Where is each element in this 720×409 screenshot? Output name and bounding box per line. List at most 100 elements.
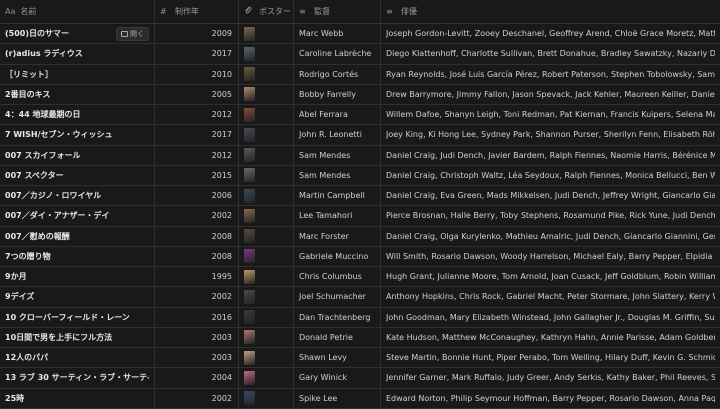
movie-title[interactable]: 007／ダイ・アナザー・デイ <box>5 210 110 221</box>
name-cell[interactable]: 007／カジノ・ロワイヤル <box>0 186 155 206</box>
director-cell[interactable]: Martin Campbell <box>294 186 381 206</box>
movie-title[interactable]: 7つの贈り物 <box>5 251 51 262</box>
table-row[interactable]: 007 スカイフォール 2012 Sam Mendes Daniel Craig… <box>0 145 720 166</box>
year-cell[interactable]: 2003 <box>155 327 239 347</box>
name-cell[interactable]: 9か月 <box>0 267 155 287</box>
column-header-name[interactable]: Aa 名前 <box>0 0 155 23</box>
movie-title[interactable]: 2番目のキス <box>5 89 50 100</box>
poster-thumbnail[interactable] <box>244 67 255 82</box>
cast-cell[interactable]: Joey King, Ki Hong Lee, Sydney Park, Sha… <box>381 125 720 144</box>
table-row[interactable]: 7 WISH/セブン・ウィッシュ 2017 John R. Leonetti J… <box>0 125 720 146</box>
year-cell[interactable]: 2004 <box>155 368 239 388</box>
poster-cell[interactable] <box>239 348 294 368</box>
table-row[interactable]: 10日間で男を上手にフル方法 2003 Donald Petrie Kate H… <box>0 327 720 348</box>
column-header-director[interactable]: ≡ 監督 <box>294 0 381 23</box>
name-cell[interactable]: 12人のパパ <box>0 348 155 368</box>
name-cell[interactable]: 007／慰めの報酬 <box>0 226 155 246</box>
year-cell[interactable]: 2012 <box>155 105 239 125</box>
movie-title[interactable]: ［リミット］ <box>5 69 53 80</box>
year-cell[interactable]: 2003 <box>155 348 239 368</box>
table-row[interactable]: (r)adius ラディウス 2017 Caroline Labrèche Di… <box>0 44 720 65</box>
movie-title[interactable]: 007／慰めの報酬 <box>5 231 70 242</box>
director-cell[interactable]: Sam Mendes <box>294 145 381 165</box>
poster-cell[interactable] <box>239 287 294 307</box>
movie-title[interactable]: 007 スカイフォール <box>5 150 80 161</box>
poster-cell[interactable] <box>239 105 294 125</box>
poster-thumbnail[interactable] <box>244 350 255 365</box>
poster-thumbnail[interactable] <box>244 269 255 284</box>
director-cell[interactable]: Spike Lee <box>294 388 381 408</box>
director-cell[interactable]: Dan Trachtenberg <box>294 307 381 327</box>
cast-cell[interactable]: Daniel Craig, Christoph Waltz, Léa Seydo… <box>381 166 720 185</box>
cast-cell[interactable]: Joseph Gordon-Levitt, Zooey Deschanel, G… <box>381 24 720 43</box>
poster-cell[interactable] <box>239 186 294 206</box>
poster-cell[interactable] <box>239 368 294 388</box>
year-cell[interactable]: 2008 <box>155 246 239 266</box>
year-cell[interactable]: 2017 <box>155 44 239 64</box>
year-cell[interactable]: 2002 <box>155 388 239 408</box>
director-cell[interactable]: Bobby Farrelly <box>294 84 381 104</box>
poster-cell[interactable] <box>239 206 294 226</box>
table-row[interactable]: (500)日のサマー 開く 2009 Marc Webb Joseph Gord… <box>0 24 720 45</box>
table-row[interactable]: 10 クローバーフィールド・レーン 2016 Dan Trachtenberg … <box>0 307 720 328</box>
cast-cell[interactable]: Steve Martin, Bonnie Hunt, Piper Perabo,… <box>381 348 720 367</box>
movie-title[interactable]: 12人のパパ <box>5 352 48 363</box>
name-cell[interactable]: 007／ダイ・アナザー・デイ <box>0 206 155 226</box>
name-cell[interactable]: (500)日のサマー 開く <box>0 24 155 44</box>
year-cell[interactable]: 2012 <box>155 145 239 165</box>
director-cell[interactable]: Chris Columbus <box>294 267 381 287</box>
year-cell[interactable]: 2015 <box>155 165 239 185</box>
year-cell[interactable]: 2008 <box>155 226 239 246</box>
poster-cell[interactable] <box>239 226 294 246</box>
cast-cell[interactable]: Pierce Brosnan, Halle Berry, Toby Stephe… <box>381 206 720 225</box>
cast-cell[interactable]: Kate Hudson, Matthew McConaughey, Kathry… <box>381 328 720 347</box>
director-cell[interactable]: Sam Mendes <box>294 165 381 185</box>
director-cell[interactable]: Donald Petrie <box>294 327 381 347</box>
name-cell[interactable]: 10日間で男を上手にフル方法 <box>0 327 155 347</box>
table-row[interactable]: 13 ラブ 30 サーティン・ラブ・サーティ 2004 Gary Winick … <box>0 368 720 389</box>
poster-thumbnail[interactable] <box>244 249 255 264</box>
movie-title[interactable]: 9か月 <box>5 271 27 282</box>
poster-thumbnail[interactable] <box>244 330 255 345</box>
movie-title[interactable]: 10 クローバーフィールド・レーン <box>5 312 130 323</box>
poster-cell[interactable] <box>239 246 294 266</box>
year-cell[interactable]: 2005 <box>155 84 239 104</box>
poster-thumbnail[interactable] <box>244 310 255 325</box>
name-cell[interactable]: 9デイズ <box>0 287 155 307</box>
poster-cell[interactable] <box>239 307 294 327</box>
director-cell[interactable]: Gary Winick <box>294 368 381 388</box>
table-row[interactable]: 007／ダイ・アナザー・デイ 2002 Lee Tamahori Pierce … <box>0 206 720 227</box>
name-cell[interactable]: ［リミット］ <box>0 64 155 84</box>
name-cell[interactable]: 007 スペクター <box>0 165 155 185</box>
table-row[interactable]: ［リミット］ 2010 Rodrigo Cortés Ryan Reynolds… <box>0 64 720 85</box>
cast-cell[interactable]: John Goodman, Mary Elizabeth Winstead, J… <box>381 308 720 327</box>
name-cell[interactable]: 7つの贈り物 <box>0 246 155 266</box>
column-header-cast[interactable]: ≡ 俳優 <box>381 0 720 23</box>
year-cell[interactable]: 2009 <box>155 24 239 44</box>
cast-cell[interactable]: Diego Klattenhoff, Charlotte Sullivan, B… <box>381 44 720 63</box>
name-cell[interactable]: 4：44 地球最期の日 <box>0 105 155 125</box>
year-cell[interactable]: 2006 <box>155 186 239 206</box>
name-cell[interactable]: 2番目のキス <box>0 84 155 104</box>
director-cell[interactable]: Joel Schumacher <box>294 287 381 307</box>
director-cell[interactable]: John R. Leonetti <box>294 125 381 145</box>
poster-cell[interactable] <box>239 165 294 185</box>
movie-title[interactable]: 10日間で男を上手にフル方法 <box>5 332 112 343</box>
poster-cell[interactable] <box>239 388 294 408</box>
name-cell[interactable]: 007 スカイフォール <box>0 145 155 165</box>
movie-title[interactable]: (r)adius ラディウス <box>5 48 83 59</box>
table-row[interactable]: 12人のパパ 2003 Shawn Levy Steve Martin, Bon… <box>0 348 720 369</box>
name-cell[interactable]: 13 ラブ 30 サーティン・ラブ・サーティ <box>0 368 155 388</box>
cast-cell[interactable]: Will Smith, Rosario Dawson, Woody Harrel… <box>381 247 720 266</box>
poster-cell[interactable] <box>239 84 294 104</box>
movie-title[interactable]: 007 スペクター <box>5 170 64 181</box>
table-row[interactable]: 9デイズ 2002 Joel Schumacher Anthony Hopkin… <box>0 287 720 308</box>
year-cell[interactable]: 2002 <box>155 287 239 307</box>
column-header-year[interactable]: # 制作年 <box>155 0 239 23</box>
cast-cell[interactable]: Daniel Craig, Olga Kurylenko, Mathieu Am… <box>381 227 720 246</box>
poster-cell[interactable] <box>239 145 294 165</box>
poster-thumbnail[interactable] <box>244 46 255 61</box>
table-row[interactable]: 007 スペクター 2015 Sam Mendes Daniel Craig, … <box>0 165 720 186</box>
cast-cell[interactable]: Daniel Craig, Eva Green, Mads Mikkelsen,… <box>381 186 720 205</box>
poster-thumbnail[interactable] <box>244 148 255 163</box>
